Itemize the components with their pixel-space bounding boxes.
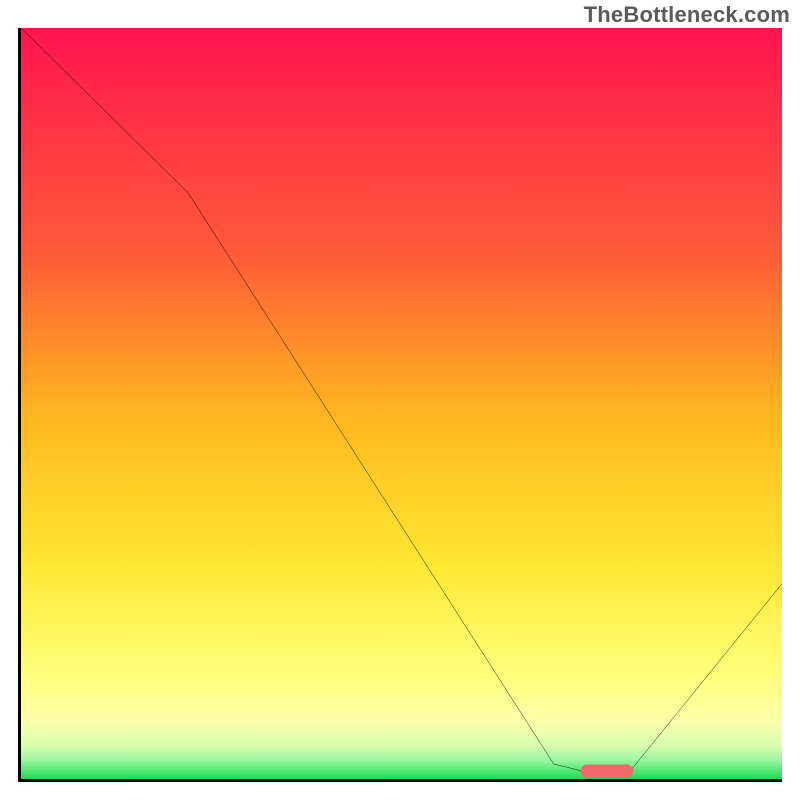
plot-area: [18, 28, 782, 782]
optimal-range-marker: [580, 765, 633, 778]
chart-container: TheBottleneck.com: [0, 0, 800, 800]
bottleneck-curve: [21, 28, 782, 779]
watermark-text: TheBottleneck.com: [584, 2, 790, 28]
